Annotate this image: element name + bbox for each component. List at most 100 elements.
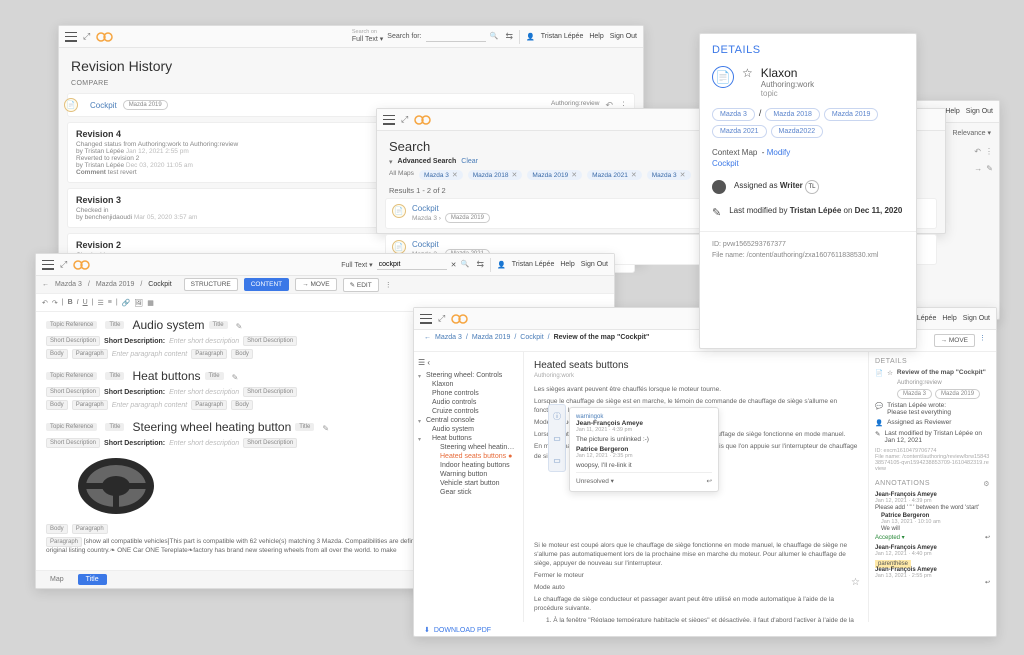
topic-title[interactable]: Audio system xyxy=(132,318,204,332)
tree-item[interactable]: Indoor heating buttons xyxy=(418,461,519,470)
signout-link[interactable]: Sign Out xyxy=(581,261,608,268)
tree-item[interactable]: Warning button xyxy=(418,470,519,479)
menu-icon[interactable] xyxy=(383,115,395,125)
back-icon[interactable]: ← xyxy=(424,334,431,347)
reply-icon[interactable]: ↩ xyxy=(985,534,990,541)
chip[interactable]: Mazda 3 xyxy=(712,108,755,121)
pencil-icon[interactable] xyxy=(236,318,243,332)
breadcrumb[interactable]: Mazda 3 xyxy=(435,334,462,347)
clear-icon[interactable]: ✕ xyxy=(451,261,457,269)
close-icon[interactable]: ✕ xyxy=(512,171,518,179)
close-icon[interactable]: ✕ xyxy=(680,171,686,179)
italic-icon[interactable]: I xyxy=(77,299,79,306)
signout-link[interactable]: Sign Out xyxy=(610,33,637,40)
tree-item[interactable]: ▾Central console xyxy=(418,416,519,425)
tree-item[interactable]: Vehicle start button xyxy=(418,479,519,488)
breadcrumb[interactable]: Mazda 2019 xyxy=(96,281,135,288)
menu-icon[interactable] xyxy=(420,314,432,324)
help-link[interactable]: Help xyxy=(945,108,959,115)
help-link[interactable]: Help xyxy=(560,261,574,268)
numbered-list-icon[interactable]: ≡ xyxy=(108,299,112,306)
underline-icon[interactable]: U xyxy=(83,299,88,306)
expand-icon[interactable]: ⤢ xyxy=(401,114,408,125)
pencil-icon[interactable] xyxy=(322,420,329,434)
body-placeholder[interactable]: Enter paragraph content xyxy=(112,351,188,358)
compare-button[interactable]: COMPARE xyxy=(59,80,643,93)
close-icon[interactable]: ✕ xyxy=(631,171,637,179)
modify-link[interactable]: Modify xyxy=(767,148,791,157)
tree-item[interactable]: ▾Steering wheel: Controls xyxy=(418,371,519,380)
tree-item[interactable]: Klaxon xyxy=(418,380,519,389)
tree-item[interactable]: Audio system xyxy=(418,425,519,434)
menu-icon[interactable] xyxy=(65,32,77,42)
help-link[interactable]: Help xyxy=(589,33,603,40)
tab-map[interactable]: Map xyxy=(42,574,72,585)
star-icon[interactable]: ☆ xyxy=(742,66,753,80)
star-icon[interactable]: ☆ xyxy=(851,577,860,588)
info-icon[interactable]: ⓘ xyxy=(553,411,561,422)
swap-icon[interactable]: ⇆ xyxy=(477,259,485,270)
chevron-down-icon[interactable]: ▾ xyxy=(389,158,393,166)
expand-icon[interactable]: ⤢ xyxy=(438,313,445,324)
menu-icon[interactable] xyxy=(42,260,54,270)
filter-chip[interactable]: Mazda 3✕ xyxy=(647,170,691,180)
context-map-val[interactable]: Cockpit xyxy=(712,159,739,168)
tree-item[interactable]: Audio controls xyxy=(418,398,519,407)
tree-item[interactable]: Gear stick xyxy=(418,488,519,497)
tree-item[interactable]: ▾Heat buttons xyxy=(418,434,519,443)
help-link[interactable]: Help xyxy=(942,315,956,322)
sd-placeholder[interactable]: Enter short description xyxy=(169,440,239,447)
move-button[interactable]: → MOVE xyxy=(934,334,975,347)
search-input[interactable] xyxy=(426,32,486,42)
search-input[interactable] xyxy=(377,260,447,270)
chip[interactable]: Mazda 2021 xyxy=(712,125,767,138)
back-icon[interactable]: ← xyxy=(42,281,49,288)
close-icon[interactable]: ✕ xyxy=(452,171,458,179)
sd-placeholder[interactable]: Enter short description xyxy=(169,389,239,396)
move-button[interactable]: → MOVE xyxy=(295,278,336,291)
user-icon[interactable]: 👤 xyxy=(526,33,535,41)
breadcrumb[interactable]: Mazda 2019 xyxy=(472,334,511,347)
all-maps[interactable]: All Maps xyxy=(389,170,414,180)
filter-chip[interactable]: Mazda 3✕ xyxy=(419,170,463,180)
topic-title[interactable]: Steering wheel heating button xyxy=(132,420,291,434)
filter-icon[interactable]: ⚙ xyxy=(983,480,990,488)
expand-icon[interactable]: ⤢ xyxy=(83,31,90,42)
fulltext-select[interactable]: Full Text ▾ xyxy=(341,261,372,269)
comment-status[interactable]: Unresolved ▾ xyxy=(576,477,614,485)
filter-chip[interactable]: Mazda 2019✕ xyxy=(527,170,582,180)
swap-icon[interactable]: ⇆ xyxy=(506,31,514,42)
reply-icon[interactable]: ↩ xyxy=(985,579,990,586)
reply-icon[interactable]: ↩ xyxy=(707,477,712,485)
edit-button[interactable]: ✎ EDIT xyxy=(343,278,379,292)
chip[interactable]: Mazda 2019 xyxy=(824,108,879,121)
download-pdf[interactable]: ⬇DOWNLOAD PDF xyxy=(424,626,491,634)
bold-icon[interactable]: B xyxy=(68,299,73,306)
more-icon[interactable]: ⋮ xyxy=(385,281,392,289)
tab-title[interactable]: Title xyxy=(78,574,107,585)
image-icon[interactable]: 🖼 xyxy=(134,299,143,307)
table-icon[interactable]: ▦ xyxy=(147,299,154,307)
tree-item[interactable]: Phone controls xyxy=(418,389,519,398)
tree-item[interactable]: Steering wheel heatin… xyxy=(418,443,519,452)
filter-chip[interactable]: Mazda 2021✕ xyxy=(587,170,642,180)
content-button[interactable]: CONTENT xyxy=(244,278,289,291)
filter-chip[interactable]: Mazda 2018✕ xyxy=(468,170,523,180)
user-name[interactable]: Tristan Lépée xyxy=(541,33,584,40)
close-icon[interactable]: ✕ xyxy=(571,171,577,179)
tree-item-selected[interactable]: Heated seats buttons ● xyxy=(418,452,519,461)
ann-status[interactable]: Accepted ▾ xyxy=(875,534,905,541)
chip[interactable]: Mazda2022 xyxy=(771,125,824,138)
clear-link[interactable]: Clear xyxy=(461,158,478,166)
undo-icon[interactable]: ↶ xyxy=(974,147,981,156)
search-icon[interactable]: 🔍 xyxy=(490,32,500,42)
sort-by-value[interactable]: Relevance ▾ xyxy=(952,129,991,137)
topic-title[interactable]: Heat buttons xyxy=(132,369,200,383)
breadcrumb[interactable]: Mazda 3 xyxy=(55,281,82,288)
breadcrumb[interactable]: Cockpit xyxy=(520,334,543,347)
chip[interactable]: Mazda 2018 xyxy=(765,108,820,121)
pencil-icon[interactable]: ✎ xyxy=(986,164,993,173)
body-placeholder[interactable]: Enter paragraph content xyxy=(112,402,188,409)
tree-item[interactable]: Cruize controls xyxy=(418,407,519,416)
search-icon[interactable]: 🔍 xyxy=(461,260,471,270)
